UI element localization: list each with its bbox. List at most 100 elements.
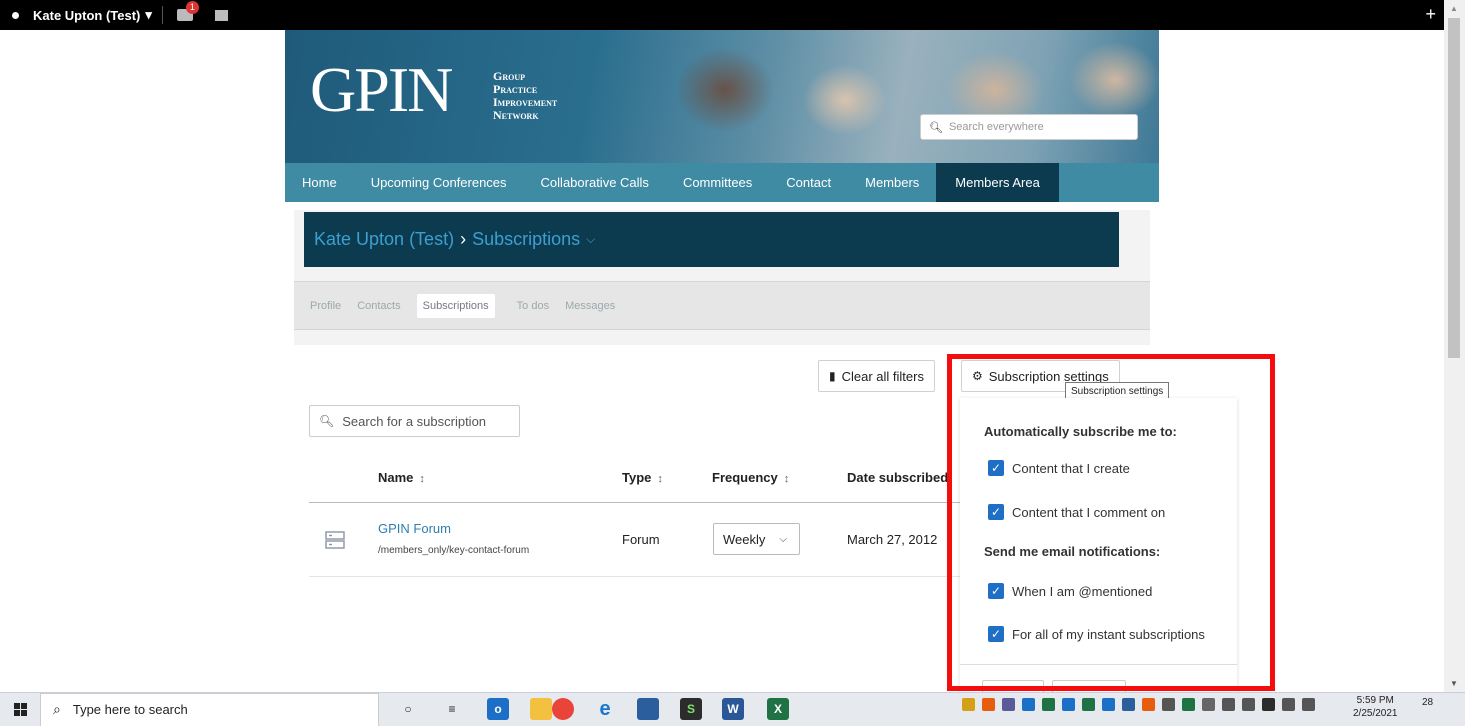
flag-icon[interactable] (214, 9, 228, 21)
messages-icon[interactable]: 1 (176, 1, 199, 21)
breadcrumb: Kate Upton (Test) › Subscriptions ⌵ (304, 212, 1119, 267)
nav-item-members-area[interactable]: Members Area (936, 163, 1059, 202)
outlook-icon[interactable]: o (487, 698, 509, 720)
subscription-search-input[interactable]: 🔍︎ Search for a subscription (309, 405, 520, 437)
chevron-down-icon: ▾ (145, 7, 152, 22)
notification-count: 28 (1422, 697, 1434, 708)
lock-icon[interactable] (962, 698, 975, 711)
site-logo[interactable]: GPIN (310, 58, 453, 122)
nav-item-members[interactable]: Members (848, 163, 936, 202)
nav-item-committees[interactable]: Committees (666, 163, 769, 202)
chevron-down-icon: ⌵ (779, 533, 787, 545)
word-icon[interactable]: W (722, 698, 744, 720)
subscription-date: March 27, 2012 (847, 532, 938, 547)
tray-icon[interactable] (1282, 698, 1295, 711)
clear-filters-button[interactable]: ▮ Clear all filters (818, 360, 935, 392)
notification-center-icon[interactable]: 28 (1422, 697, 1442, 719)
frequency-select[interactable]: Weekly ⌵ (713, 523, 800, 555)
divider (161, 6, 163, 24)
nav-item-home[interactable]: Home (285, 163, 354, 202)
search-icon: 🔍︎ (319, 414, 335, 428)
clear-filters-label: Clear all filters (841, 368, 924, 384)
subscription-search-placeholder: Search for a subscription (342, 413, 487, 429)
frequency-value: Weekly (723, 531, 766, 547)
site-banner: GPIN Group Practice Improvement Network … (285, 30, 1159, 163)
highlight-annotation-box (947, 354, 1275, 691)
screen: Kate Upton (Test) ▾ 1 + ▲ ▼ GPIN Group P… (0, 0, 1465, 726)
tab-to-dos[interactable]: To dos (517, 300, 549, 312)
add-icon[interactable]: + (1425, 4, 1436, 25)
tray-icon[interactable] (1262, 698, 1275, 711)
subscription-type: Forum (622, 532, 660, 547)
scroll-down-icon[interactable]: ▼ (1450, 679, 1458, 688)
column-header-type[interactable]: Type ↕ (622, 470, 663, 485)
clock-date: 2/25/2021 (1353, 708, 1398, 719)
column-header-frequency[interactable]: Frequency ↕ (712, 470, 789, 485)
table-row-divider (309, 576, 989, 577)
excel-icon[interactable]: X (767, 698, 789, 720)
table-header-divider (309, 502, 989, 503)
status-dot-icon (12, 11, 19, 19)
taskbar-search-input[interactable]: ⌕ Type here to search (40, 692, 379, 726)
logo-line: Network (493, 108, 539, 122)
nav-item-collaborative-calls[interactable]: Collaborative Calls (524, 163, 666, 202)
taskbar-search-placeholder: Type here to search (72, 702, 188, 717)
tray-icon[interactable] (1082, 698, 1095, 711)
column-header-date[interactable]: Date subscribed (847, 470, 955, 485)
header-label: Frequency (712, 470, 778, 485)
search-icon: ⌕ (53, 701, 61, 717)
file-explorer-icon[interactable] (530, 698, 552, 720)
column-header-name[interactable]: Name ↕ (378, 470, 425, 485)
chrome-icon[interactable] (552, 698, 574, 720)
task-view-icon[interactable]: ≡ (441, 698, 463, 720)
onedrive-icon[interactable] (1102, 698, 1115, 711)
mail-icon[interactable] (1002, 698, 1015, 711)
tab-messages[interactable]: Messages (565, 300, 615, 312)
main-nav: Home Upcoming Conferences Collaborative … (285, 163, 1159, 202)
battery-icon[interactable] (1222, 698, 1235, 711)
volume-icon[interactable] (1202, 698, 1215, 711)
taskbar-clock[interactable]: 5:59 PM 2/25/2021 (1353, 694, 1398, 720)
outlook-tray-icon[interactable] (1022, 698, 1035, 711)
cortana-icon[interactable]: ○ (397, 698, 419, 720)
sort-icon[interactable]: ↕ (657, 473, 663, 485)
tray-icon[interactable] (1182, 698, 1195, 711)
scroll-thumb[interactable] (1448, 18, 1460, 358)
site-search-placeholder: Search everywhere (948, 121, 1044, 133)
tray-icon[interactable] (982, 698, 995, 711)
notification-badge: 1 (185, 1, 199, 14)
vertical-scrollbar[interactable]: ▲ ▼ (1444, 0, 1465, 692)
search-icon: 🔍︎ (929, 121, 943, 134)
header-label: Type (622, 470, 652, 485)
keyboard-icon[interactable] (1302, 698, 1315, 711)
nav-item-upcoming-conferences[interactable]: Upcoming Conferences (354, 163, 524, 202)
nav-item-contact[interactable]: Contact (769, 163, 848, 202)
tab-contacts[interactable]: Contacts (357, 300, 400, 312)
breadcrumb-page[interactable]: Subscriptions (472, 229, 580, 250)
windows-icon (13, 703, 27, 716)
tab-profile[interactable]: Profile (310, 300, 341, 312)
tray-icon[interactable] (1162, 698, 1175, 711)
tray-icon[interactable] (1142, 698, 1155, 711)
bluetooth-icon[interactable] (1062, 698, 1075, 711)
user-menu[interactable]: Kate Upton (Test) ▾ (33, 7, 152, 23)
network-icon[interactable] (1242, 698, 1255, 711)
banner-photo (615, 30, 1159, 163)
header-label: Name (378, 470, 414, 485)
start-button[interactable] (0, 693, 40, 726)
trash-icon: ▮ (829, 369, 836, 383)
chevron-down-icon[interactable]: ⌵ (586, 232, 595, 247)
sort-icon[interactable]: ↕ (784, 473, 790, 485)
profile-tabs: Profile Contacts Subscriptions To dos Me… (294, 281, 1150, 330)
edge-icon[interactable]: e (594, 698, 616, 720)
sort-icon[interactable]: ↕ (419, 473, 425, 485)
site-search-input[interactable]: 🔍︎ Search everywhere (920, 114, 1138, 140)
scroll-up-icon[interactable]: ▲ (1450, 4, 1458, 13)
tray-icon[interactable] (1042, 698, 1055, 711)
breadcrumb-user[interactable]: Kate Upton (Test) (314, 229, 454, 250)
dollar-app-icon[interactable]: S (680, 698, 702, 720)
subscription-title-link[interactable]: GPIN Forum (378, 521, 451, 536)
tray-icon[interactable] (1122, 698, 1135, 711)
tab-subscriptions[interactable]: Subscriptions (416, 293, 495, 318)
app-icon[interactable] (637, 698, 659, 720)
